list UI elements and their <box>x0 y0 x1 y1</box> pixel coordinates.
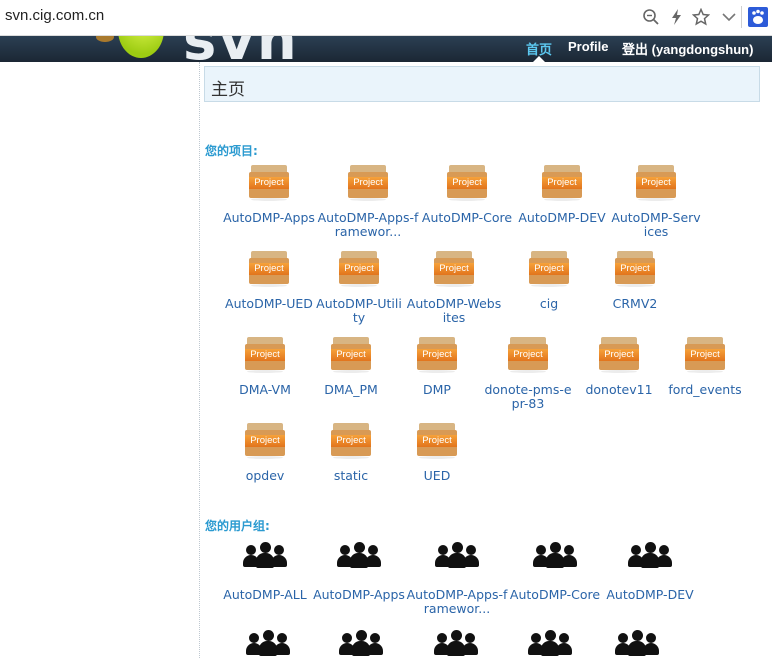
project-box-icon[interactable]: Project <box>685 337 725 373</box>
user-group-icon[interactable] <box>615 628 659 658</box>
project-name[interactable]: AutoDMP-Serv ices <box>611 211 700 239</box>
project-name[interactable]: AutoDMP-Core <box>422 211 512 225</box>
project-box-icon[interactable]: Project <box>417 337 457 373</box>
project-box-icon[interactable]: Project <box>636 165 676 201</box>
bolt-icon[interactable] <box>668 8 686 26</box>
project-box-icon[interactable]: Project <box>331 337 371 373</box>
project-name[interactable]: AutoDMP-Apps-f ramewor... <box>318 211 419 239</box>
project-box-icon[interactable]: Project <box>331 423 371 459</box>
project-icon-label: Project <box>641 177 671 188</box>
project-box-icon[interactable]: Project <box>417 423 457 459</box>
project-name[interactable]: CRMV2 <box>613 297 658 311</box>
project-name[interactable]: AutoDMP-Webs ites <box>407 297 501 325</box>
project-name[interactable]: DMP <box>423 383 451 397</box>
group-name[interactable]: AutoDMP-Apps <box>313 588 405 602</box>
baidu-icon[interactable] <box>748 7 768 27</box>
group-name[interactable]: AutoDMP-Apps-f ramewor... <box>407 588 508 616</box>
project-name[interactable]: donotev11 <box>585 383 652 397</box>
project-icon-label: Project <box>422 349 452 360</box>
chevron-down-icon[interactable] <box>720 8 738 26</box>
project-name[interactable]: cig <box>540 297 558 311</box>
project-icon-label: Project <box>250 349 280 360</box>
project-icon-label: Project <box>254 177 284 188</box>
user-group-icon[interactable] <box>246 628 290 658</box>
project-icon-label: Project <box>344 263 374 274</box>
projects-heading: 您的项目: <box>205 144 258 158</box>
project-name[interactable]: UED <box>424 469 451 483</box>
logo-text: svn <box>183 36 299 62</box>
project-icon-label: Project <box>620 263 650 274</box>
browser-address-bar: svn.cig.com.cn <box>0 0 772 36</box>
user-group-icon[interactable] <box>339 628 383 658</box>
project-icon-label: Project <box>604 349 634 360</box>
site-header: svn 首页 Profile 登出 (yangdongshun) <box>0 36 772 62</box>
project-icon-label: Project <box>422 435 452 446</box>
project-name[interactable]: donote-pms-e pr-83 <box>484 383 571 411</box>
group-name[interactable]: AutoDMP-DEV <box>606 588 693 602</box>
project-icon-label: Project <box>439 263 469 274</box>
project-name[interactable]: DMA_PM <box>324 383 378 397</box>
project-icon-label: Project <box>513 349 543 360</box>
user-group-icon[interactable] <box>434 628 478 658</box>
user-group-icon[interactable] <box>435 540 479 570</box>
project-box-icon[interactable]: Project <box>348 165 388 201</box>
user-group-icon[interactable] <box>533 540 577 570</box>
nav-profile[interactable]: Profile <box>568 39 608 54</box>
group-name[interactable]: AutoDMP-Core <box>510 588 600 602</box>
zoom-icon[interactable] <box>642 8 660 26</box>
project-box-icon[interactable]: Project <box>599 337 639 373</box>
project-name[interactable]: AutoDMP-DEV <box>518 211 605 225</box>
project-name[interactable]: AutoDMP-Utili ty <box>316 297 402 325</box>
project-box-icon[interactable]: Project <box>249 165 289 201</box>
project-box-icon[interactable]: Project <box>542 165 582 201</box>
group-name[interactable]: AutoDMP-ALL <box>223 588 306 602</box>
project-icon-label: Project <box>250 435 280 446</box>
project-box-icon[interactable]: Project <box>339 251 379 287</box>
project-icon-label: Project <box>353 177 383 188</box>
project-box-icon[interactable]: Project <box>249 251 289 287</box>
project-name[interactable]: static <box>334 469 368 483</box>
user-group-icon[interactable] <box>628 540 672 570</box>
page-title-box: 主页 <box>204 66 760 102</box>
project-box-icon[interactable]: Project <box>508 337 548 373</box>
project-icon-label: Project <box>534 263 564 274</box>
user-group-icon[interactable] <box>243 540 287 570</box>
project-icon-label: Project <box>254 263 284 274</box>
main-content: 主页 您的项目: Project AutoDMP-Apps Project AutoD… <box>199 62 772 658</box>
user-group-icon[interactable] <box>528 628 572 658</box>
project-name[interactable]: AutoDMP-UED <box>225 297 313 311</box>
project-icon-label: Project <box>336 349 366 360</box>
project-name[interactable]: AutoDMP-Apps <box>223 211 315 225</box>
project-name[interactable]: ford_events <box>668 383 741 397</box>
project-name[interactable]: DMA-VM <box>239 383 291 397</box>
project-icon-label: Project <box>336 435 366 446</box>
groups-heading: 您的用户组: <box>205 519 270 533</box>
star-icon[interactable] <box>691 7 711 26</box>
url-text[interactable]: svn.cig.com.cn <box>5 7 104 24</box>
address-bar-divider <box>741 6 742 28</box>
project-box-icon[interactable]: Project <box>447 165 487 201</box>
user-group-icon[interactable] <box>337 540 381 570</box>
logo-ball <box>118 36 164 58</box>
project-name[interactable]: opdev <box>246 469 285 483</box>
project-box-icon[interactable]: Project <box>529 251 569 287</box>
project-box-icon[interactable]: Project <box>615 251 655 287</box>
page-title: 主页 <box>211 80 245 100</box>
project-box-icon[interactable]: Project <box>434 251 474 287</box>
nav-logout[interactable]: 登出 (yangdongshun) <box>622 39 753 58</box>
project-icon-label: Project <box>690 349 720 360</box>
project-box-icon[interactable]: Project <box>245 423 285 459</box>
project-icon-label: Project <box>547 177 577 188</box>
logo-shadow <box>96 36 114 42</box>
project-box-icon[interactable]: Project <box>245 337 285 373</box>
project-icon-label: Project <box>452 177 482 188</box>
